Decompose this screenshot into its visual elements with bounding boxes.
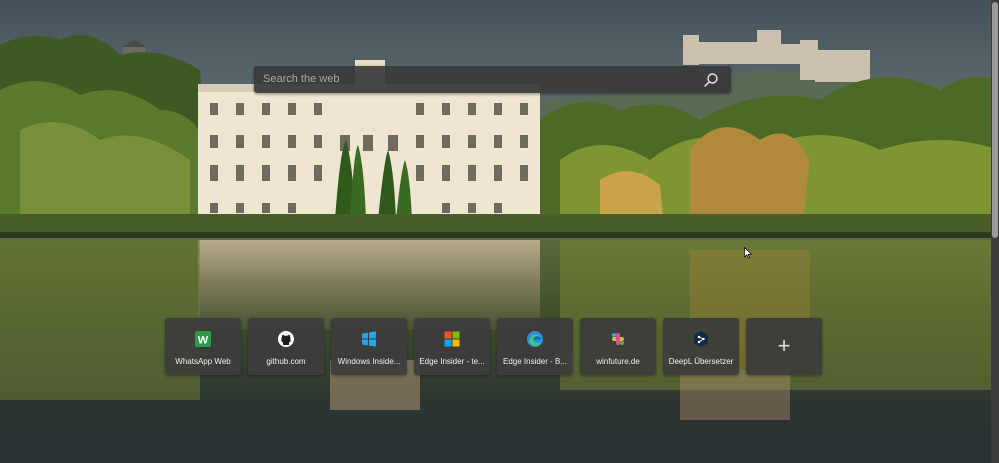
windows-icon <box>362 331 376 347</box>
search-box[interactable]: Search the web <box>254 66 731 93</box>
quick-link-whatsapp[interactable]: W WhatsApp Web <box>165 318 241 375</box>
quick-link-winfuture[interactable]: winfuture.de <box>580 318 656 375</box>
quick-link-edge-insider-te[interactable]: Edge Insider - te... <box>414 318 490 375</box>
microsoft-icon <box>444 331 460 347</box>
add-quick-link-button[interactable]: + <box>746 318 822 375</box>
quick-links: W WhatsApp Web github.com Windows Inside… <box>165 318 825 376</box>
quick-link-label: Edge Insider - te... <box>419 357 485 366</box>
quick-link-label: Windows Inside... <box>337 357 401 366</box>
deepl-icon <box>694 331 708 347</box>
quick-link-deepl[interactable]: DeepL Übersetzer <box>663 318 739 375</box>
scrollbar[interactable] <box>991 0 999 463</box>
scrollbar-thumb[interactable] <box>992 2 998 238</box>
whatsapp-w-icon: W <box>195 331 211 347</box>
quick-link-windows-insider[interactable]: Windows Inside... <box>331 318 407 375</box>
quick-link-label: github.com <box>266 357 306 366</box>
svg-text:W: W <box>198 335 209 347</box>
quick-link-github[interactable]: github.com <box>248 318 324 375</box>
quick-link-edge-insider-b[interactable]: Edge Insider - B... <box>497 318 573 375</box>
mouse-cursor-icon <box>744 247 752 259</box>
search-icon[interactable] <box>703 72 719 88</box>
quick-link-label: WhatsApp Web <box>175 357 231 366</box>
edge-icon <box>527 331 543 347</box>
plus-icon: + <box>777 333 791 358</box>
quick-link-label: DeepL Übersetzer <box>668 357 734 366</box>
github-icon <box>278 331 294 347</box>
search-input[interactable]: Search the web <box>263 73 339 85</box>
winfuture-icon <box>612 333 624 345</box>
quick-link-label: winfuture.de <box>596 357 640 366</box>
quick-link-label: Edge Insider - B... <box>502 357 568 366</box>
